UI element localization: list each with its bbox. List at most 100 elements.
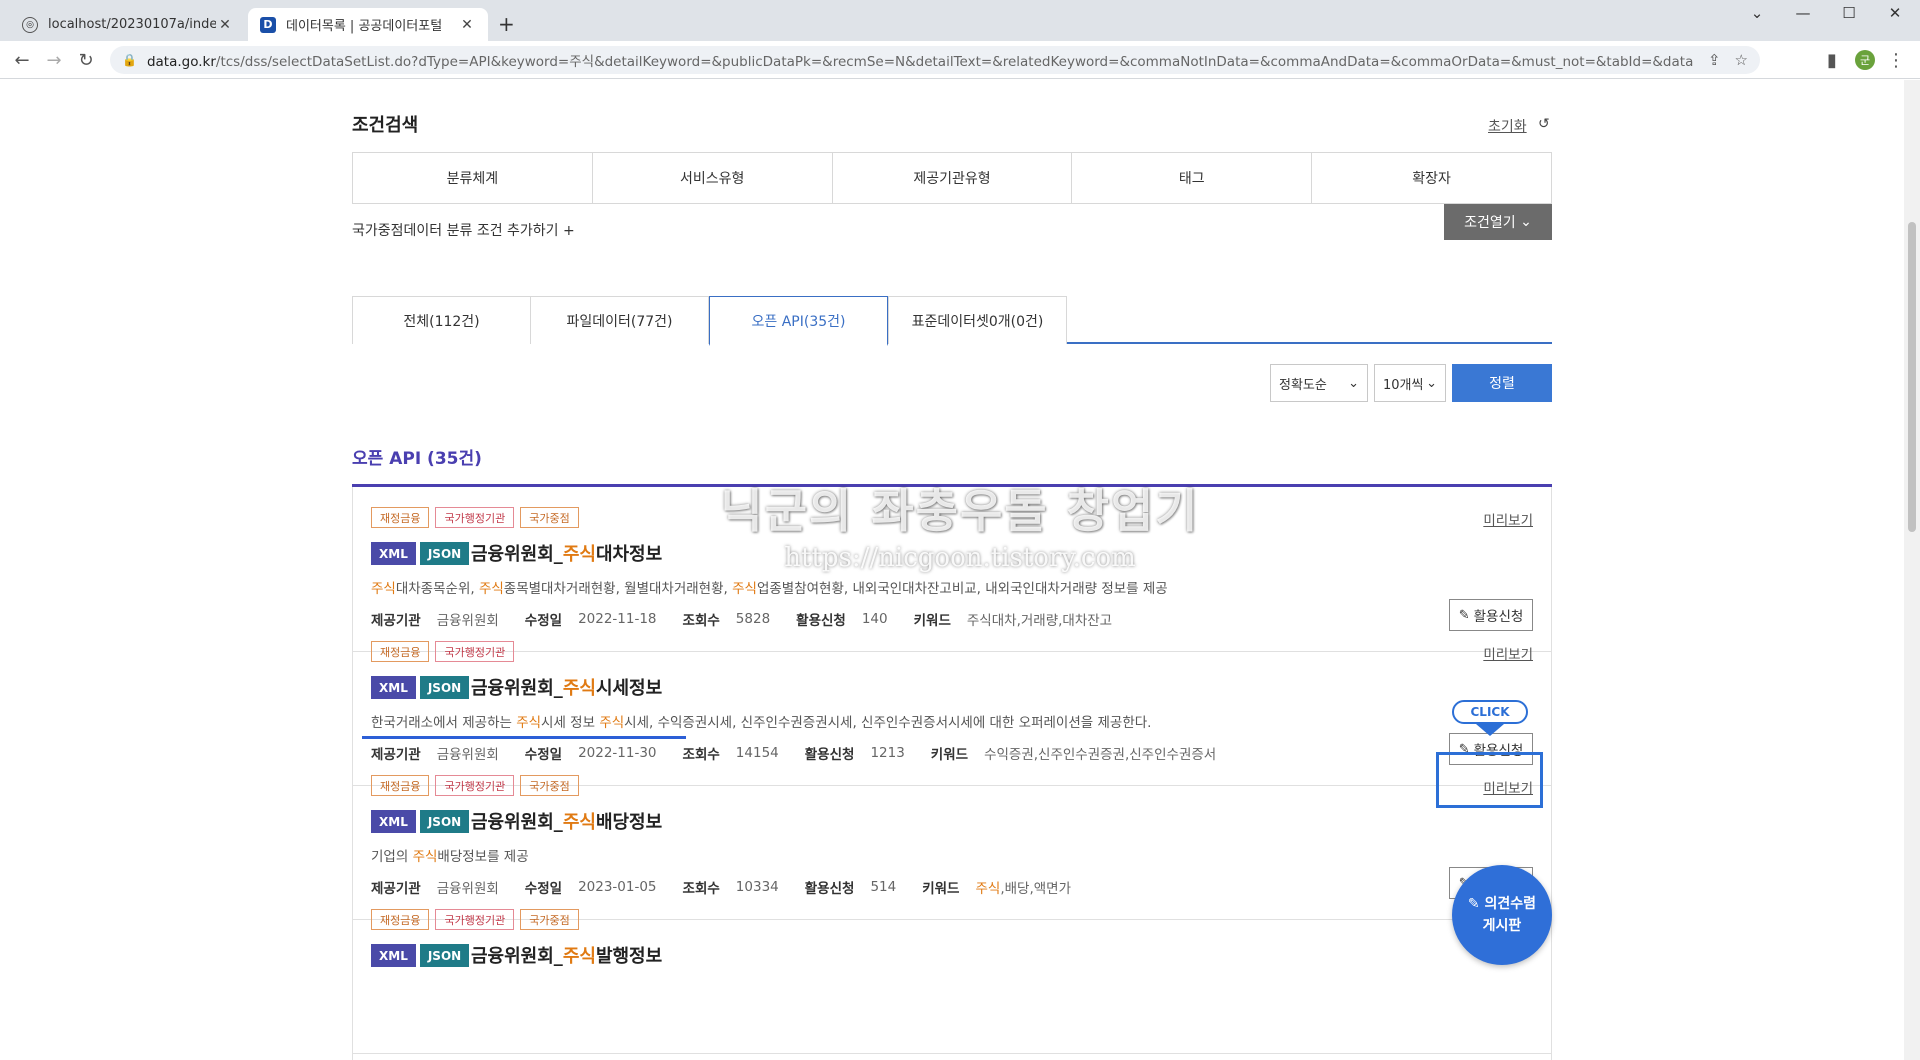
bookmark-star-icon[interactable]: ☆ xyxy=(1735,51,1748,69)
item-title-link[interactable]: 금융위원회_주식대차정보 xyxy=(471,540,662,566)
description-text: 업종별참여현황, 내외국인대차잔고비교, 내외국인대차거래량 정보를 제공 xyxy=(756,581,1168,597)
category-badges: 재정금융 국가행정기관 xyxy=(371,641,515,662)
format-badges: XML JSON xyxy=(371,676,470,699)
category-badge: 국가행정기관 xyxy=(435,775,515,796)
description-text: 대차종목순위, xyxy=(395,581,479,597)
forward-arrow-icon[interactable]: → xyxy=(42,48,66,72)
back-arrow-icon[interactable]: ← xyxy=(10,48,34,72)
close-tab-icon[interactable]: ✕ xyxy=(458,17,476,33)
item-title-prefix: 금융위원회_ xyxy=(471,946,563,967)
description-text: 배당정보를 제공 xyxy=(437,849,529,865)
category-badges: 재정금융 국가행정기관 국가중점 xyxy=(371,775,579,796)
xml-format-badge: XML xyxy=(371,542,416,565)
item-title-link[interactable]: 금융위원회_주식배당정보 xyxy=(471,808,662,834)
profile-avatar[interactable]: 군 xyxy=(1855,50,1875,70)
category-badge: 재정금융 xyxy=(371,641,430,662)
side-panel-icon[interactable]: ▮ xyxy=(1820,48,1844,72)
reset-icon[interactable]: ↺ xyxy=(1538,116,1550,132)
pencil-icon: ✎ xyxy=(1467,895,1480,912)
tab-all[interactable]: 전체(112건) xyxy=(352,296,531,344)
condition-search-title: 조건검색 xyxy=(352,115,419,136)
chevron-down-icon: ⌄ xyxy=(1348,375,1359,391)
tab-title: 데이터목록 | 공공데이터포털 xyxy=(286,19,443,34)
close-tab-icon[interactable]: ✕ xyxy=(216,17,234,33)
click-highlight-box xyxy=(1436,752,1543,808)
item-title-suffix: 시세정보 xyxy=(595,678,663,699)
tab-standard-dataset[interactable]: 표준데이터셋0개(0건) xyxy=(888,296,1067,344)
keyword-highlight: 주식 xyxy=(562,544,596,565)
description-text: 기업의 xyxy=(371,849,413,865)
browser-menu-icon[interactable]: ⋮ xyxy=(1884,48,1908,72)
close-window-button[interactable]: ✕ xyxy=(1872,4,1918,22)
category-badge: 재정금융 xyxy=(371,507,430,528)
item-description: 기업의 주식배당정보를 제공 xyxy=(371,845,529,865)
filter-service-type[interactable]: 서비스유형 xyxy=(593,153,833,203)
add-core-condition-link[interactable]: 국가중점데이터 분류 조건 추가하기 + xyxy=(352,220,575,240)
item-title-prefix: 금융위원회_ xyxy=(471,544,563,565)
item-title-link[interactable]: 금융위원회_주식시세정보 xyxy=(471,674,662,700)
category-badges: 재정금융 국가행정기관 국가중점 xyxy=(371,507,579,528)
feedback-line1: ✎ 의견수렴 xyxy=(1468,893,1536,915)
tab-open-api[interactable]: 오픈 API(35건) xyxy=(709,296,888,346)
category-badges: 재정금융 국가행정기관 국가중점 xyxy=(371,909,579,930)
description-text: 시세, 수익증권시세, 신주인수권증권시세, 신주인수권증서시세에 대한 오퍼레… xyxy=(624,715,1152,731)
address-bar[interactable]: 🔒 data.go.kr/tcs/dss/selectDataSetList.d… xyxy=(110,46,1760,74)
add-core-condition-label: 국가중점데이터 분류 조건 추가하기 xyxy=(352,223,559,239)
category-badge: 국가중점 xyxy=(520,507,579,528)
vertical-scrollbar[interactable] xyxy=(1904,80,1920,1060)
category-badge: 국가행정기관 xyxy=(435,641,515,662)
plus-icon: + xyxy=(563,223,575,239)
browser-toolbar: ← → ↻ 🔒 data.go.kr/tcs/dss/selectDataSet… xyxy=(0,41,1920,79)
share-icon[interactable]: ⇪ xyxy=(1708,51,1721,69)
filter-tag[interactable]: 태그 xyxy=(1072,153,1313,203)
format-badges: XML JSON xyxy=(371,542,470,565)
tab-title: localhost/20230107a/index.html xyxy=(48,17,216,32)
lock-icon: 🔒 xyxy=(122,53,137,67)
tab-search-chevron-icon[interactable]: ⌄ xyxy=(1734,4,1780,22)
item-title-prefix: 금융위원회_ xyxy=(471,812,563,833)
json-format-badge: JSON xyxy=(419,810,470,833)
preview-link[interactable]: 미리보기 xyxy=(1483,509,1533,529)
page-size-select[interactable]: 10개씩 ⌄ xyxy=(1374,364,1446,402)
browser-tab-data-portal[interactable]: D 데이터목록 | 공공데이터포털 ✕ xyxy=(248,8,488,41)
category-badge: 국가중점 xyxy=(520,775,579,796)
minimize-button[interactable]: — xyxy=(1780,4,1826,22)
xml-format-badge: XML xyxy=(371,810,416,833)
reset-link[interactable]: 초기화 xyxy=(1488,116,1527,136)
preview-link[interactable]: 미리보기 xyxy=(1483,643,1533,663)
category-badge: 재정금융 xyxy=(371,775,430,796)
new-tab-button[interactable]: + xyxy=(498,12,515,36)
scrollbar-thumb[interactable] xyxy=(1908,222,1916,532)
json-format-badge: JSON xyxy=(419,542,470,565)
feedback-board-button[interactable]: ✎ 의견수렴 게시판 xyxy=(1452,865,1552,965)
item-title-suffix: 발행정보 xyxy=(595,946,663,967)
xml-format-badge: XML xyxy=(371,944,416,967)
json-format-badge: JSON xyxy=(419,676,470,699)
filter-provider-type[interactable]: 제공기관유형 xyxy=(833,153,1073,203)
item-description: 주식대차종목순위, 주식종목별대차거래현황, 월별대차거래현황, 주식업종별참여… xyxy=(371,577,1168,597)
item-title-link[interactable]: 금융위원회_주식발행정보 xyxy=(471,942,662,968)
keyword-highlight: 주식 xyxy=(371,581,396,597)
filter-classification[interactable]: 분류체계 xyxy=(353,153,593,203)
click-annotation: CLICK xyxy=(1452,700,1528,724)
category-badge: 국가중점 xyxy=(520,909,579,930)
format-badges: XML JSON xyxy=(371,944,470,967)
result-list: 재정금융 국가행정기관 국가중점 XML JSON 금융위원회_주식대차정보 미리보기 주식대… xyxy=(352,487,1552,1060)
sort-button[interactable]: 정렬 xyxy=(1452,364,1552,402)
description-text: 시세 정보 xyxy=(541,715,600,731)
open-conditions-button[interactable]: 조건열기 ⌄ xyxy=(1444,204,1552,240)
page-content: 조건검색 초기화 ↺ 분류체계 서비스유형 제공기관유형 태그 확장자 국가중점… xyxy=(0,80,1904,1060)
keyword-highlight: 주식 xyxy=(478,581,504,597)
tab-file-data[interactable]: 파일데이터(77건) xyxy=(530,296,709,344)
sort-order-select[interactable]: 정확도순 ⌄ xyxy=(1270,364,1368,402)
page-size-value: 10개씩 xyxy=(1383,377,1424,393)
category-badge: 국가행정기관 xyxy=(435,909,515,930)
maximize-button[interactable]: ☐ xyxy=(1826,4,1872,22)
item-title-prefix: 금융위원회_ xyxy=(471,678,563,699)
reload-icon[interactable]: ↻ xyxy=(74,48,98,72)
keyword-highlight: 주식 xyxy=(562,812,596,833)
filter-extension[interactable]: 확장자 xyxy=(1312,153,1551,203)
browser-tab-localhost[interactable]: ◎ localhost/20230107a/index.html ✕ xyxy=(10,8,246,41)
keyword-highlight: 주식 xyxy=(412,849,438,865)
keyword-highlight: 주식 xyxy=(732,581,757,597)
